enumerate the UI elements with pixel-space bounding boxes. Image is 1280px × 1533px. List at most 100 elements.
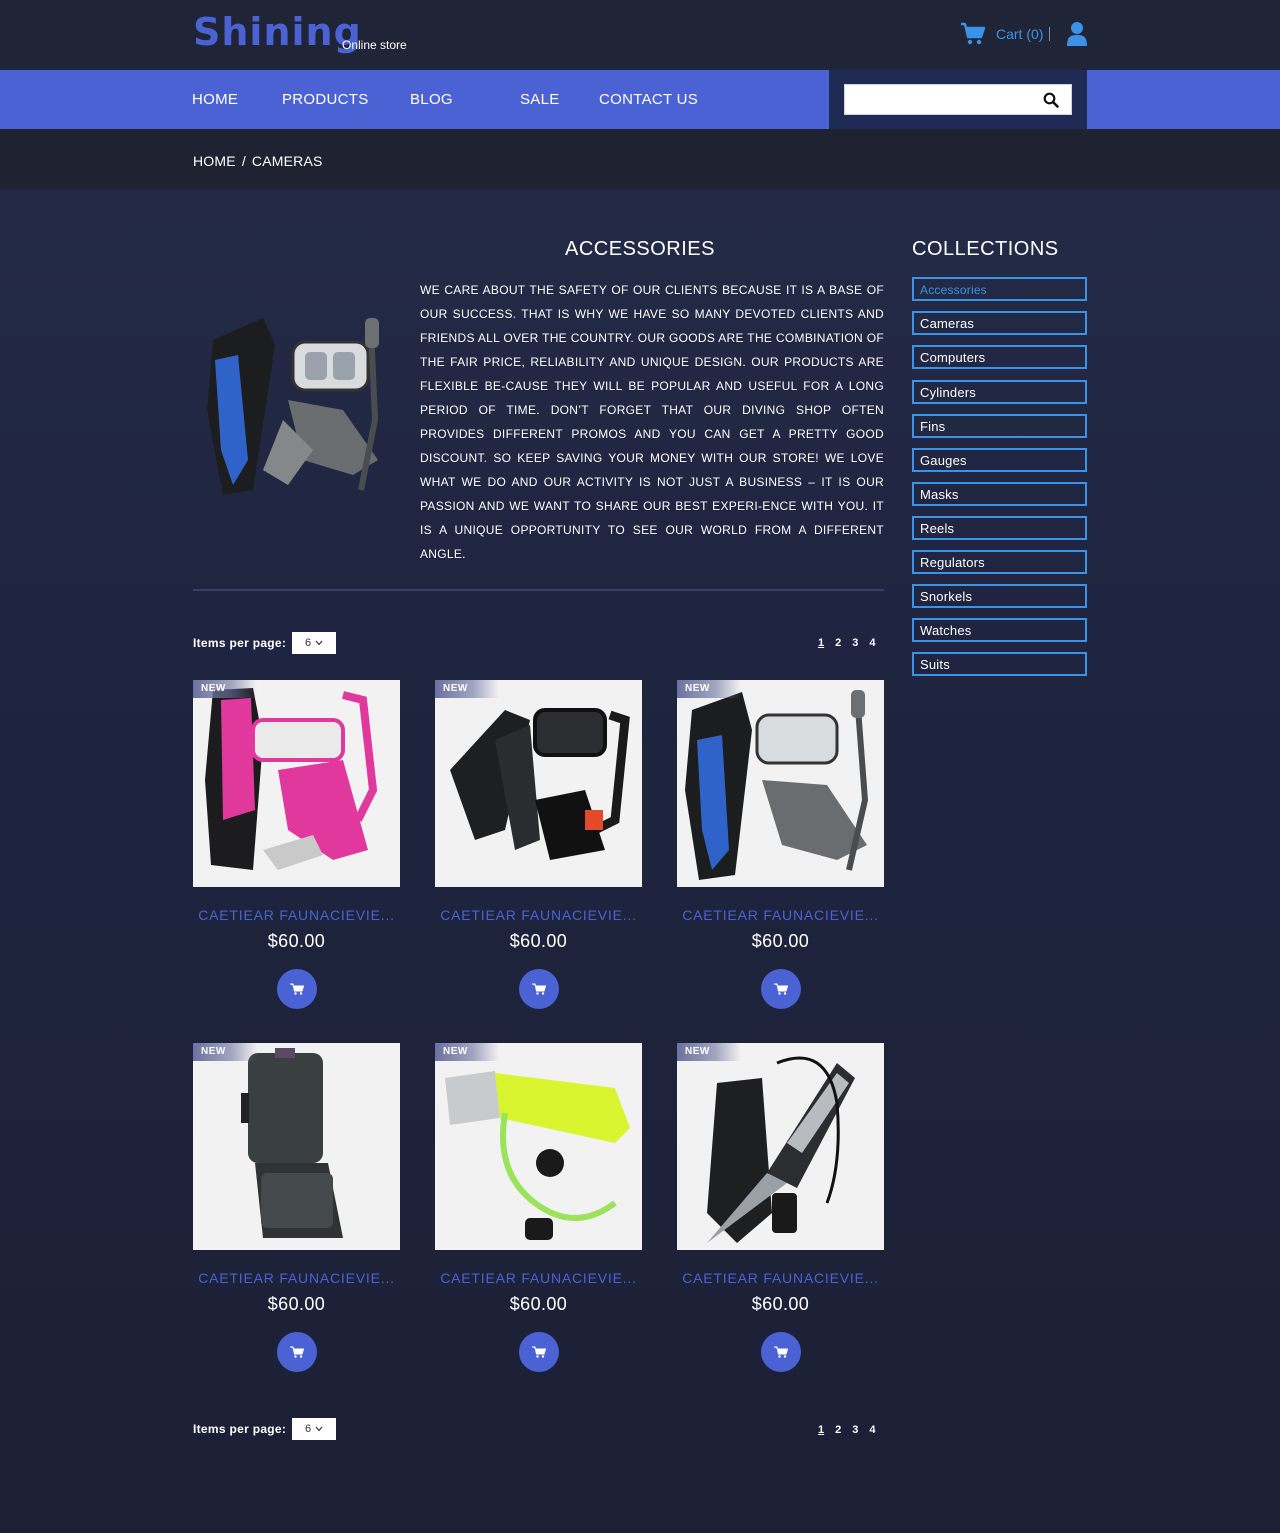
product-card: NEW CAETIEAR FAUNACIEVIE... $60.00 [677, 1043, 884, 1372]
collection-gauges[interactable]: Gauges [912, 448, 1087, 472]
nav-sale[interactable]: SALE [520, 91, 560, 108]
collection-masks[interactable]: Masks [912, 482, 1087, 506]
product-card: NEW CAETIEAR FAUNACIEVIE... $60.00 [193, 1043, 400, 1372]
product-image[interactable]: NEW [435, 1043, 642, 1250]
product-price: $60.00 [267, 931, 326, 951]
add-to-cart-button[interactable] [276, 1332, 317, 1372]
section-divider [193, 589, 884, 591]
cart-link[interactable]: Cart (0) [960, 22, 1051, 46]
search-icon[interactable] [1043, 92, 1059, 108]
page-link-3[interactable]: 3 [852, 637, 858, 649]
add-to-cart-button[interactable] [518, 969, 559, 1009]
product-price: $60.00 [751, 1294, 810, 1314]
add-to-cart-button[interactable] [760, 1332, 801, 1372]
items-per-page-value: 6 [304, 1423, 312, 1435]
collection-reels[interactable]: Reels [912, 516, 1087, 540]
user-account-icon[interactable] [1066, 21, 1088, 47]
pagination-bottom: 1 2 3 4 [818, 1424, 876, 1436]
cart-icon [289, 1346, 304, 1358]
product-name[interactable]: CAETIEAR FAUNACIEVIE... [677, 907, 884, 923]
black-fins-mask-set-image [450, 708, 630, 860]
page-link-2[interactable]: 2 [835, 637, 841, 649]
product-image[interactable]: NEW [677, 1043, 884, 1250]
main-nav: HOME PRODUCTS BLOG SALE CONTACT US [0, 70, 1280, 129]
breadcrumb-bar: HOME / CAMERAS [0, 129, 1280, 190]
page-link-1[interactable]: 1 [818, 1424, 824, 1436]
nav-blog[interactable]: BLOG [410, 91, 453, 108]
product-card: NEW CAETIEAR FAUNACIEVIE... $60.00 [193, 680, 400, 1009]
product-card: NEW CAETIEAR FAUNACIEVIE... $60.00 [677, 680, 884, 1009]
collection-suits[interactable]: Suits [912, 652, 1087, 676]
product-price: $60.00 [267, 1294, 326, 1314]
cart-icon [531, 983, 546, 995]
collection-cameras[interactable]: Cameras [912, 311, 1087, 335]
items-per-page-label: Items per page: [193, 636, 287, 650]
breadcrumb-separator: / [241, 153, 246, 169]
cart-icon [289, 983, 304, 995]
nav-products[interactable]: PRODUCTS [282, 91, 369, 108]
collection-fins[interactable]: Fins [912, 414, 1087, 438]
top-header: Shining Online store Cart (0) [0, 0, 1280, 70]
items-per-page-label: Items per page: [193, 1422, 287, 1436]
page-link-4[interactable]: 4 [869, 1424, 875, 1436]
items-per-page-top: Items per page: 6 [193, 632, 337, 654]
items-per-page-bottom: Items per page: 6 [193, 1418, 337, 1440]
items-per-page-select[interactable]: 6 [292, 632, 337, 654]
cart-icon [773, 1346, 788, 1358]
collection-regulators[interactable]: Regulators [912, 550, 1087, 574]
product-price: $60.00 [509, 1294, 568, 1314]
pagination-top: 1 2 3 4 [818, 637, 876, 649]
breadcrumb-home[interactable]: HOME [193, 153, 236, 169]
product-name[interactable]: CAETIEAR FAUNACIEVIE... [677, 1270, 884, 1286]
collection-computers[interactable]: Computers [912, 345, 1087, 369]
store-logo[interactable]: Shining [193, 10, 362, 54]
product-name[interactable]: CAETIEAR FAUNACIEVIE... [193, 1270, 400, 1286]
page-link-2[interactable]: 2 [835, 1424, 841, 1436]
product-name[interactable]: CAETIEAR FAUNACIEVIE... [435, 907, 642, 923]
product-image[interactable]: NEW [435, 680, 642, 887]
product-card: NEW CAETIEAR FAUNACIEVIE... $60.00 [435, 680, 642, 1009]
cart-separator [1049, 27, 1051, 41]
page-link-3[interactable]: 3 [852, 1424, 858, 1436]
cart-label[interactable]: Cart (0) [996, 26, 1043, 42]
cart-icon [961, 22, 986, 45]
category-description: We care about the safety of our clients … [420, 283, 884, 561]
cart-icon [773, 983, 788, 995]
search-input[interactable] [845, 85, 1035, 114]
product-price: $60.00 [509, 931, 568, 951]
add-to-cart-button[interactable] [276, 969, 317, 1009]
breadcrumb: HOME / CAMERAS [193, 153, 323, 169]
chevron-down-icon [315, 1426, 323, 1432]
nav-home[interactable]: HOME [192, 91, 238, 108]
breadcrumb-current: CAMERAS [251, 153, 323, 169]
page-link-1[interactable]: 1 [818, 637, 824, 649]
product-image[interactable]: NEW [193, 1043, 400, 1250]
blue-snorkel-set-image [685, 690, 869, 880]
category-title: ACCESSORIES [565, 238, 715, 260]
product-card: NEW CAETIEAR FAUNACIEVIE... $60.00 [435, 1043, 642, 1372]
product-price: $60.00 [751, 931, 810, 951]
new-badge: NEW [193, 680, 257, 698]
new-badge: NEW [193, 1043, 257, 1061]
product-image[interactable]: NEW [193, 680, 400, 887]
dive-knife-image [707, 1056, 855, 1243]
nav-contact-us[interactable]: CONTACT US [599, 91, 698, 108]
collection-accessories[interactable]: Accessories [912, 277, 1087, 301]
collection-cylinders[interactable]: Cylinders [912, 380, 1087, 404]
add-to-cart-button[interactable] [518, 1332, 559, 1372]
items-per-page-value: 6 [304, 637, 312, 649]
product-name[interactable]: CAETIEAR FAUNACIEVIE... [435, 1270, 642, 1286]
new-badge: NEW [435, 1043, 499, 1061]
add-to-cart-button[interactable] [760, 969, 801, 1009]
product-image[interactable]: NEW [677, 680, 884, 887]
collections-title: COLLECTIONS [912, 238, 1059, 260]
pink-snorkel-set-image [205, 688, 378, 870]
collection-snorkels[interactable]: Snorkels [912, 584, 1087, 608]
new-badge: NEW [435, 680, 499, 698]
store-tagline: Online store [342, 38, 407, 52]
product-name[interactable]: CAETIEAR FAUNACIEVIE... [193, 907, 400, 923]
items-per-page-select[interactable]: 6 [292, 1418, 337, 1440]
page-link-4[interactable]: 4 [869, 637, 875, 649]
search-box [844, 84, 1072, 115]
collection-watches[interactable]: Watches [912, 618, 1087, 642]
